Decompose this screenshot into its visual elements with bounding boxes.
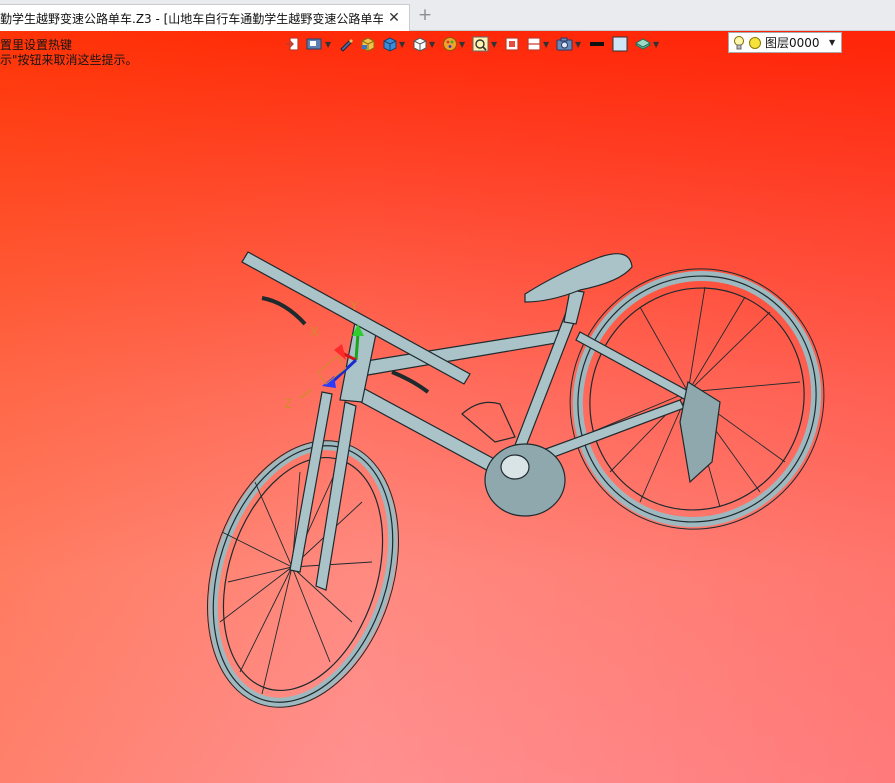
- y-axis-label: Y: [350, 298, 359, 313]
- 3d-viewport[interactable]: 置里设置热键 示"按钮来取消这些提示。 ▼ ▼ ▼ ▼ ▼ ▼ ▼ ▼ 图层00…: [0, 31, 895, 783]
- tab-bar: 勤学生越野变速公路单车.Z3 - [山地车自行车通勤学生越野变速公路单车] ✕ …: [0, 0, 895, 31]
- z-axis-label: Z: [284, 396, 292, 411]
- x-axis-label: X: [310, 324, 319, 339]
- document-tab[interactable]: 勤学生越野变速公路单车.Z3 - [山地车自行车通勤学生越野变速公路单车] ✕: [0, 4, 410, 31]
- add-tab-icon[interactable]: +: [417, 7, 433, 24]
- bicycle-model[interactable]: Y X Z: [0, 31, 895, 783]
- close-tab-icon[interactable]: ✕: [386, 10, 402, 26]
- document-tab-label: 勤学生越野变速公路单车.Z3 - [山地车自行车通勤学生越野变速公路单车]: [0, 11, 383, 26]
- front-wheel: [207, 440, 399, 708]
